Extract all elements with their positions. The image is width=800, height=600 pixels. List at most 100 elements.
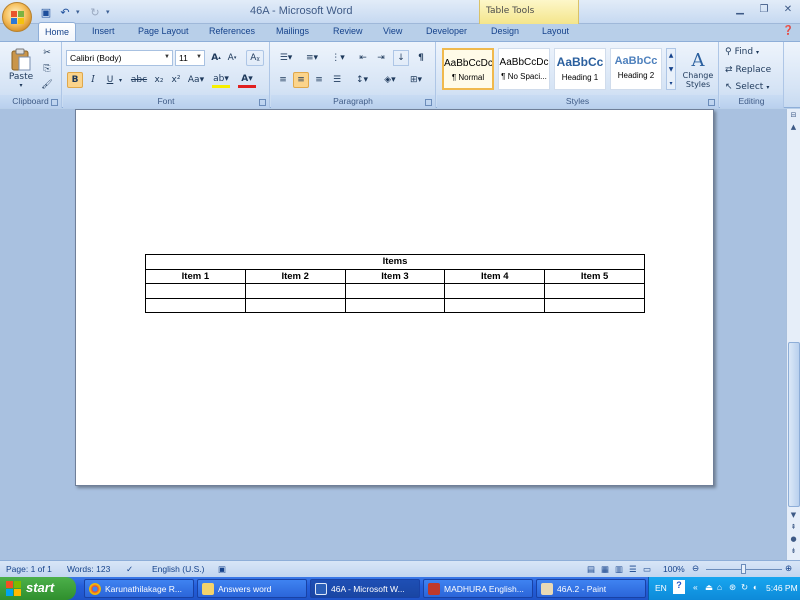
next-page-icon[interactable]: ⇟ bbox=[787, 547, 800, 559]
view-full-screen-icon[interactable]: ▦ bbox=[601, 564, 609, 575]
style-normal[interactable]: AaBbCcDc ¶ Normal bbox=[442, 48, 494, 90]
grow-font-icon[interactable]: A ▴ bbox=[209, 51, 223, 65]
items-table[interactable]: Items Item 1 Item 2 Item 3 Item 4 Item 5 bbox=[145, 254, 645, 313]
shading-icon[interactable]: ◈▾ bbox=[379, 72, 401, 88]
task-paint[interactable]: 46A.2 - Paint bbox=[536, 579, 646, 598]
font-launcher-icon[interactable] bbox=[259, 99, 266, 106]
view-outline-icon[interactable]: ☰ bbox=[629, 564, 637, 575]
sort-icon[interactable]: ↓ bbox=[393, 50, 409, 66]
table-cell[interactable] bbox=[344, 297, 446, 313]
paste-dropdown-icon[interactable]: ▾ bbox=[19, 82, 22, 89]
bold-icon[interactable]: B bbox=[67, 72, 83, 88]
tab-home[interactable]: Home bbox=[38, 22, 77, 41]
align-center-icon[interactable]: ≡ bbox=[293, 72, 309, 88]
replace-button[interactable]: ⇄ Replace bbox=[725, 63, 771, 77]
tab-layout[interactable]: Layout bbox=[536, 22, 575, 41]
decrease-indent-icon[interactable]: ⇤ bbox=[355, 50, 371, 66]
tab-references[interactable]: References bbox=[203, 22, 261, 41]
previous-page-icon[interactable]: ⇞ bbox=[787, 523, 800, 535]
find-button[interactable]: ⚲ Find ▾ bbox=[725, 45, 759, 59]
italic-icon[interactable]: I bbox=[86, 72, 100, 88]
zoom-in-icon[interactable]: ⊕ bbox=[785, 563, 792, 574]
underline-dropdown-icon[interactable]: ▾ bbox=[117, 72, 124, 88]
table-cell[interactable] bbox=[145, 297, 246, 313]
close-icon[interactable]: ✕ bbox=[782, 4, 794, 15]
numbering-icon[interactable]: ≡▾ bbox=[301, 50, 323, 66]
table-cell[interactable] bbox=[244, 283, 346, 299]
subscript-icon[interactable]: x₂ bbox=[152, 72, 166, 88]
tab-mailings[interactable]: Mailings bbox=[270, 22, 315, 41]
scroll-down-icon[interactable]: ▼ bbox=[787, 511, 800, 523]
align-left-icon[interactable]: ≡ bbox=[275, 72, 291, 88]
table-cell[interactable] bbox=[544, 283, 645, 299]
increase-indent-icon[interactable]: ⇥ bbox=[373, 50, 389, 66]
clipboard-launcher-icon[interactable] bbox=[51, 99, 58, 106]
font-size-field[interactable]: 11 ▼ bbox=[175, 50, 205, 66]
safely-remove-icon[interactable]: ⏏ bbox=[705, 582, 713, 593]
scroll-thumb[interactable] bbox=[788, 342, 800, 507]
language[interactable]: English (U.S.) bbox=[152, 564, 204, 574]
table-header-cell[interactable]: Item 5 bbox=[544, 268, 645, 284]
strikethrough-icon[interactable]: abc bbox=[130, 72, 148, 88]
change-case-icon[interactable]: Aa▾ bbox=[187, 72, 205, 88]
change-styles-button[interactable]: A Change Styles bbox=[679, 46, 717, 92]
minimize-icon[interactable]: ▁ bbox=[734, 4, 746, 15]
style-no-spacing[interactable]: AaBbCcDc ¶ No Spaci... bbox=[498, 48, 550, 90]
help-icon[interactable]: ❓ bbox=[783, 26, 794, 36]
styles-scroll[interactable]: ▲ ▼ ▾ bbox=[666, 48, 676, 90]
office-button[interactable] bbox=[2, 2, 32, 32]
task-answers-word[interactable]: Answers word bbox=[197, 579, 307, 598]
restore-icon[interactable]: ❐ bbox=[758, 4, 770, 15]
scroll-up-icon[interactable]: ▲ bbox=[787, 123, 800, 135]
styles-launcher-icon[interactable] bbox=[708, 99, 715, 106]
tab-design[interactable]: Design bbox=[485, 22, 525, 41]
language-indicator[interactable]: EN bbox=[655, 583, 667, 593]
save-icon[interactable]: ▣ bbox=[38, 4, 54, 20]
copy-icon[interactable]: ⎘ bbox=[40, 62, 54, 76]
paste-button[interactable]: Paste ▾ bbox=[6, 46, 36, 90]
bullets-icon[interactable]: ☰▾ bbox=[275, 50, 297, 66]
tab-insert[interactable]: Insert bbox=[86, 22, 121, 41]
cut-icon[interactable]: ✂ bbox=[40, 46, 54, 60]
shrink-font-icon[interactable]: A ▾ bbox=[225, 51, 239, 65]
multilevel-list-icon[interactable]: ⋮▾ bbox=[327, 50, 349, 66]
tab-page-layout[interactable]: Page Layout bbox=[132, 22, 195, 41]
line-spacing-icon[interactable]: ↕▾ bbox=[351, 72, 373, 88]
task-madhura[interactable]: MADHURA English... bbox=[423, 579, 533, 598]
document-page[interactable]: Items Item 1 Item 2 Item 3 Item 4 Item 5 bbox=[75, 109, 714, 486]
font-color-icon[interactable]: A▾ bbox=[238, 72, 256, 88]
update-icon[interactable]: ↻ bbox=[741, 582, 748, 593]
table-cell[interactable] bbox=[344, 283, 446, 299]
undo-icon[interactable]: ↶ bbox=[57, 4, 73, 20]
style-heading-2[interactable]: AaBbCc Heading 2 bbox=[610, 48, 662, 90]
format-painter-icon[interactable]: 🖌 bbox=[40, 78, 54, 92]
task-chrome[interactable]: Karunathilakage R... bbox=[84, 579, 194, 598]
font-name-field[interactable]: Calibri (Body) ▼ bbox=[66, 50, 173, 66]
table-header-cell[interactable]: Item 1 bbox=[145, 268, 246, 284]
underline-icon[interactable]: U bbox=[103, 72, 117, 88]
customize-qat-icon[interactable]: ▾ bbox=[106, 8, 114, 16]
table-cell[interactable] bbox=[444, 297, 546, 313]
font-size-dropdown-icon[interactable]: ▼ bbox=[196, 54, 202, 60]
undo-dropdown-icon[interactable]: ▾ bbox=[76, 8, 84, 16]
justify-icon[interactable]: ☰ bbox=[329, 72, 345, 88]
clock[interactable]: 5:46 PM bbox=[766, 583, 798, 593]
tab-review[interactable]: Review bbox=[327, 22, 369, 41]
word-count[interactable]: Words: 123 bbox=[67, 564, 110, 574]
select-button[interactable]: ↖ Select ▾ bbox=[725, 80, 769, 94]
document-area[interactable]: Items Item 1 Item 2 Item 3 Item 4 Item 5 bbox=[0, 109, 786, 560]
tab-developer[interactable]: Developer bbox=[420, 22, 473, 41]
paragraph-launcher-icon[interactable] bbox=[425, 99, 432, 106]
table-cell[interactable] bbox=[244, 297, 346, 313]
view-draft-icon[interactable]: ▭ bbox=[643, 564, 651, 575]
borders-icon[interactable]: ⊞▾ bbox=[405, 72, 427, 88]
table-cell[interactable] bbox=[544, 297, 645, 313]
page-count[interactable]: Page: 1 of 1 bbox=[6, 564, 52, 574]
table-title-cell[interactable]: Items bbox=[145, 254, 645, 270]
collapse-tray-icon[interactable]: « bbox=[693, 582, 698, 592]
task-word[interactable]: 46A - Microsoft W... bbox=[310, 579, 420, 598]
zoom-out-icon[interactable]: ⊖ bbox=[692, 563, 699, 574]
table-header-cell[interactable]: Item 3 bbox=[344, 268, 446, 284]
highlight-icon[interactable]: ab▾ bbox=[212, 72, 230, 88]
network-icon[interactable]: ⌂ bbox=[717, 582, 722, 592]
